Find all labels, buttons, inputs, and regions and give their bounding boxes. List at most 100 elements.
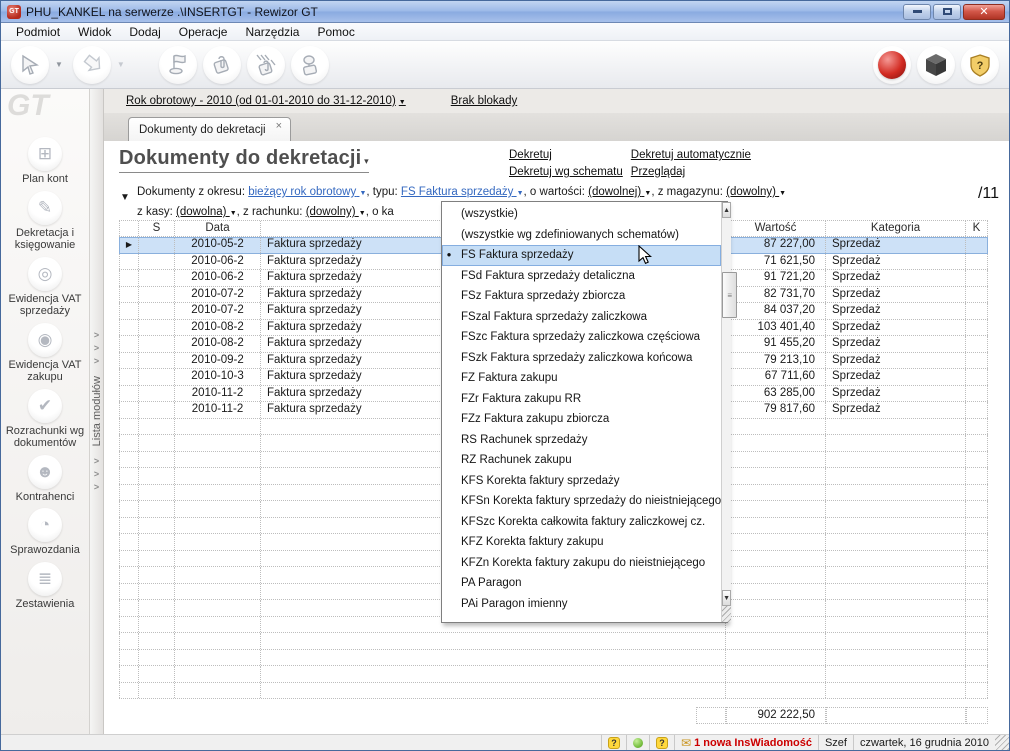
dropdown-item[interactable]: RZ Rachunek zakupu [442, 450, 721, 471]
connection-indicator[interactable] [626, 735, 649, 750]
menu-item[interactable]: Widok [69, 25, 120, 39]
menu-item[interactable]: Podmiot [7, 25, 69, 39]
empty-table-row[interactable] [119, 666, 988, 683]
chevron-right-icon[interactable]: > [94, 331, 99, 340]
sidebar-module[interactable]: ✔ Rozrachunki wg dokumentów [1, 389, 89, 450]
empty-cell [966, 567, 988, 583]
empty-cell [966, 650, 988, 666]
tab-close-icon[interactable]: × [276, 121, 282, 132]
lock-status-link[interactable]: Brak blokady [451, 95, 517, 107]
insmail-message[interactable]: ✉ 1 nowa InsWiadomość [674, 735, 818, 750]
dropdown-item[interactable]: KFZ Korekta faktury zakupu [442, 532, 721, 553]
minimize-button[interactable] [903, 4, 931, 20]
paperclip-icon[interactable] [203, 46, 241, 84]
pointer-open-caret-icon[interactable]: ▼ [55, 60, 63, 69]
scroll-down-icon[interactable]: ▼ [722, 590, 731, 606]
gt-watermark: GT [7, 89, 49, 123]
chevron-right-icon[interactable]: > [94, 357, 99, 366]
filter-rachunek-link[interactable]: (dowolny) ▼ [306, 206, 366, 218]
dropdown-item[interactable]: PA Paragon [442, 573, 721, 594]
dropdown-item[interactable]: ● FS Faktura sprzedaży [442, 245, 721, 266]
col-wartosc[interactable]: Wartość [726, 221, 826, 236]
help-indicator-1[interactable]: ? [601, 735, 626, 750]
chevron-right-icon[interactable]: > [94, 344, 99, 353]
forward-icon[interactable] [73, 46, 111, 84]
dropdown-item[interactable]: (wszystkie) [442, 204, 721, 225]
menu-item[interactable]: Pomoc [308, 25, 363, 39]
action-dekretuj[interactable]: Dekretuj [509, 147, 623, 164]
sidebar-module[interactable]: ≣ Zestawienia [1, 562, 89, 611]
title-caret-icon[interactable]: ▾ [361, 156, 368, 166]
col-k[interactable]: K [966, 221, 988, 236]
sidebar-module[interactable]: ◎ Ewidencja VAT sprzedaży [1, 257, 89, 318]
filter-typ-link[interactable]: FS Faktura sprzedaży ▼ [401, 186, 524, 198]
close-button[interactable]: ✕ [963, 4, 1005, 20]
dropdown-item[interactable]: FZ Faktura zakupu [442, 368, 721, 389]
paperclip-note-icon[interactable] [291, 46, 329, 84]
empty-cell [966, 600, 988, 616]
window-resize-grip[interactable] [995, 735, 1009, 750]
forward-caret-icon[interactable]: ▼ [117, 60, 125, 69]
sidebar-module[interactable]: ◔ Sprawozdania [1, 508, 89, 557]
empty-table-row[interactable] [119, 683, 988, 700]
filter-okres-link[interactable]: bieżący rok obrotowy ▼ [248, 186, 366, 198]
filter-icon[interactable]: ▼ [120, 192, 130, 203]
dropdown-item-label: KFZ Korekta faktury zakupu [456, 536, 604, 548]
maximize-button[interactable] [933, 4, 961, 20]
cell-wartosc: 63 285,00 [726, 386, 826, 402]
empty-table-row[interactable] [119, 650, 988, 667]
col-marker[interactable] [119, 221, 139, 236]
pointer-open-icon[interactable] [11, 46, 49, 84]
scrollbar-thumb[interactable]: ≡ [722, 272, 737, 318]
dropdown-item[interactable]: (wszystkie wg zdefiniowanych schematów) [442, 225, 721, 246]
chevron-right-icon[interactable]: > [94, 457, 99, 466]
menu-item[interactable]: Narzędzia [236, 25, 308, 39]
col-data[interactable]: Data [175, 221, 261, 236]
action-dekretuj-wg-schematu[interactable]: Dekretuj wg schematu [509, 164, 623, 181]
col-kategoria[interactable]: Kategoria [826, 221, 966, 236]
help-shield-icon[interactable]: ? [961, 46, 999, 84]
action-dekretuj-automatycznie[interactable]: Dekretuj automatycznie [631, 147, 751, 164]
sidebar-module[interactable]: ⊞ Plan kont [1, 137, 89, 186]
filter-magazyn-link[interactable]: (dowolny) ▼ [726, 186, 786, 198]
col-s[interactable]: S [139, 221, 175, 236]
sidebar-module[interactable]: ☻ Kontrahenci [1, 455, 89, 504]
help-indicator-2[interactable]: ? [649, 735, 674, 750]
dropdown-item[interactable]: KFSn Korekta faktury sprzedaży do nieist… [442, 491, 721, 512]
dropdown-item[interactable]: FSd Faktura sprzedaży detaliczna [442, 266, 721, 287]
paperclip-import-icon[interactable] [247, 46, 285, 84]
action-przegladaj[interactable]: Przeglądaj [631, 164, 751, 181]
dropdown-item[interactable]: KFZn Korekta faktury zakupu do nieistnie… [442, 553, 721, 574]
archive-cube-icon[interactable] [917, 46, 955, 84]
network-sphere-icon[interactable] [873, 46, 911, 84]
sidebar-module[interactable]: ◉ Ewidencja VAT zakupu [1, 323, 89, 384]
menu-item[interactable]: Operacje [170, 25, 237, 39]
dropdown-item[interactable]: RS Rachunek sprzedaży [442, 430, 721, 451]
sidebar-module[interactable]: ✎ Dekretacja i księgowanie [1, 191, 89, 252]
scroll-up-icon[interactable]: ▲ [722, 202, 731, 218]
filter-wartosc-link[interactable]: (dowolnej) ▼ [588, 186, 651, 198]
empty-table-row[interactable] [119, 633, 988, 650]
dropdown-item[interactable]: FSz Faktura sprzedaży zbiorcza [442, 286, 721, 307]
dropdown-resize-grip[interactable] [722, 606, 731, 622]
module-label: Sprawozdania [10, 544, 80, 557]
chevron-right-icon[interactable]: > [94, 483, 99, 492]
dropdown-item[interactable]: KFS Korekta faktury sprzedaży [442, 471, 721, 492]
flag-icon[interactable] [159, 46, 197, 84]
fiscal-year-link[interactable]: Rok obrotowy - 2010 (od 01-01-2010 do 31… [126, 95, 406, 107]
dropdown-item[interactable]: FZz Faktura zakupu zbiorcza [442, 409, 721, 430]
dropdown-item[interactable]: PAi Paragon imienny [442, 594, 721, 615]
dropdown-item[interactable]: FSzc Faktura sprzedaży zaliczkowa części… [442, 327, 721, 348]
module-list-splitter[interactable]: > > > Lista modułów > > > [89, 89, 104, 734]
chevron-right-icon[interactable]: > [94, 470, 99, 479]
menu-item[interactable]: Dodaj [120, 25, 169, 39]
dropdown-scrollbar[interactable]: ▲ ≡ ▼ [721, 202, 731, 622]
filter-kasa-link[interactable]: (dowolna) ▼ [176, 206, 237, 218]
dropdown-item[interactable]: FZr Faktura zakupu RR [442, 389, 721, 410]
tab-dokumenty-do-dekretacji[interactable]: Dokumenty do dekretacji × [128, 117, 291, 141]
dropdown-item[interactable]: FSzk Faktura sprzedaży zaliczkowa końcow… [442, 348, 721, 369]
empty-cell [175, 551, 261, 567]
dropdown-item[interactable]: FSzal Faktura sprzedaży zaliczkowa [442, 307, 721, 328]
dropdown-item[interactable]: KFSzc Korekta całkowita faktury zaliczko… [442, 512, 721, 533]
scrollbar-track[interactable]: ≡ [722, 218, 731, 590]
